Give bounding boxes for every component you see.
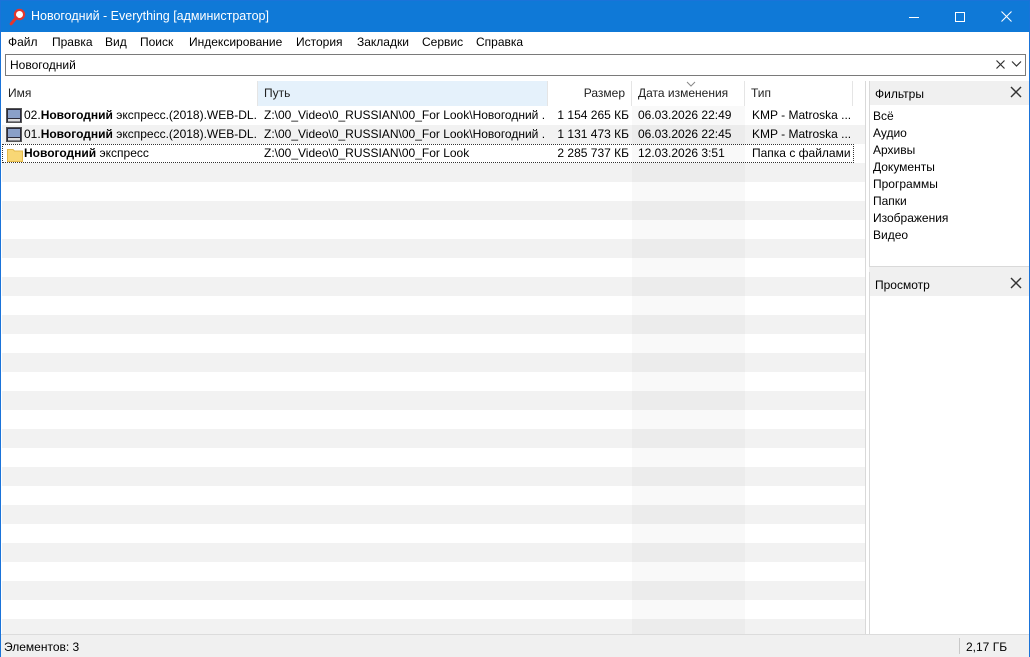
preview-panel: Просмотр [869,272,1029,634]
filter-archives[interactable]: Архивы [873,143,915,157]
minimize-button[interactable] [891,1,937,32]
folder-icon [7,149,23,162]
filters-header: Фильтры [870,81,1029,105]
search-input[interactable] [6,55,986,75]
name-prefix: 01. [24,127,41,141]
everything-logo-icon [9,8,26,26]
name-rest: экспресс.(2018).WEB-DL... [112,108,256,122]
menu-bookmarks[interactable]: Закладки [357,35,409,49]
file-type: KMP - Matroska ... [752,127,852,141]
preview-title: Просмотр [875,278,930,292]
file-name: 02.Новогодний экспресс.(2018).WEB-DL... [24,106,256,125]
filter-folders[interactable]: Папки [873,194,907,208]
close-window-button[interactable] [983,1,1029,32]
video-file-icon [6,108,22,123]
menu-search[interactable]: Поиск [140,35,173,49]
minimize-icon [909,16,919,18]
file-size: 1 154 265 КБ [557,108,629,122]
menu-indexing[interactable]: Индексирование [189,35,282,49]
file-path: Z:\00_Video\0_RUSSIAN\00_For Look [264,146,470,160]
menu-help[interactable]: Справка [476,35,523,49]
menu-tools[interactable]: Сервис [422,35,463,49]
close-preview-icon[interactable] [1010,277,1022,289]
filter-programs[interactable]: Программы [873,177,938,191]
filter-documents[interactable]: Документы [873,160,935,174]
file-type: KMP - Matroska ... [752,108,852,122]
file-size: 2 285 737 КБ [557,146,629,160]
filter-audio[interactable]: Аудио [873,126,907,140]
sorted-column-shade [632,106,745,634]
menu-edit[interactable]: Правка [52,35,93,49]
preview-header: Просмотр [870,272,1029,296]
name-match: Новогодний [24,146,97,160]
column-header: Имя Путь Размер Дата изменения Тип [2,81,865,106]
results-list[interactable]: Имя Путь Размер Дата изменения Тип 02.Но… [2,81,866,634]
file-type: Папка с файлами [752,146,851,160]
menu-history[interactable]: История [296,35,343,49]
name-rest: экспресс.(2018).WEB-DL... [112,127,256,141]
filter-images[interactable]: Изображения [873,211,948,225]
name-prefix: 02. [24,108,41,122]
status-separator [959,638,960,654]
file-path: Z:\00_Video\0_RUSSIAN\00_For Look\Нового… [264,108,546,122]
title-bar[interactable]: Новогодний - Everything [администратор] [1,1,1029,32]
items-count: Элементов: 3 [4,640,80,654]
total-size: 2,17 ГБ [966,640,1008,654]
chevron-down-icon [1011,61,1022,67]
maximize-button[interactable] [937,1,983,32]
status-bar: Элементов: 3 2,17 ГБ [1,634,1029,657]
file-name: 01.Новогодний экспресс.(2018).WEB-DL... [24,125,256,144]
clear-icon [996,60,1005,69]
column-type[interactable]: Тип [745,81,853,106]
maximize-icon [955,11,965,22]
menu-view[interactable]: Вид [105,35,127,49]
column-size[interactable]: Размер [548,81,632,106]
filter-video[interactable]: Видео [873,228,908,242]
file-size: 1 131 473 КБ [557,127,629,141]
search-history-dropdown[interactable] [1011,58,1022,72]
app-window: Новогодний - Everything [администратор] … [0,0,1030,657]
name-rest: экспресс [96,146,149,160]
column-path[interactable]: Путь [258,81,548,106]
close-icon [1000,11,1012,22]
search-box [5,54,1026,76]
close-filters-icon[interactable] [1010,86,1022,98]
filter-all[interactable]: Всё [873,109,894,123]
name-match: Новогодний [40,108,113,122]
sort-descending-icon [686,81,696,87]
video-file-icon [6,127,22,142]
file-path: Z:\00_Video\0_RUSSIAN\00_For Look\Нового… [264,127,546,141]
menu-file[interactable]: Файл [8,35,38,49]
file-name: Новогодний экспресс [24,144,256,163]
column-name[interactable]: Имя [2,81,258,106]
name-match: Новогодний [40,127,113,141]
menu-bar: Файл Правка Вид Поиск Индексирование Ист… [1,32,1029,52]
filters-panel: Фильтры Всё Аудио Архивы Документы Прогр… [869,81,1029,267]
filters-title: Фильтры [875,87,924,101]
window-title: Новогодний - Everything [администратор] [31,9,269,23]
clear-search-button[interactable] [996,57,1005,72]
